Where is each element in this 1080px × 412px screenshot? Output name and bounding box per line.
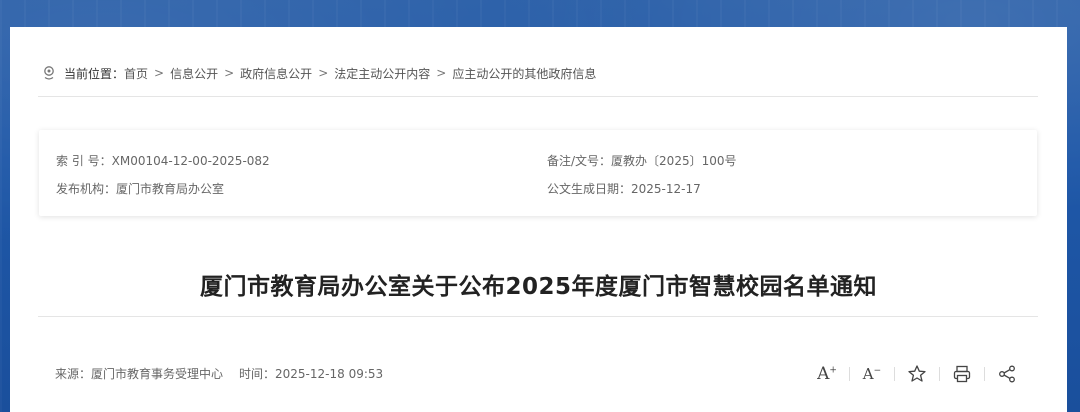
print-button[interactable] (950, 362, 974, 386)
content-card: 当前位置： 首页 > 信息公开 > 政府信息公开 > 法定主动公开内容 > 应主… (10, 27, 1067, 412)
publisher: 发布机构：厦门市教育局办公室 (56, 182, 225, 196)
document-meta-box: 索 引 号：XM00104-12-00-2025-082 发布机构：厦门市教育局… (39, 130, 1037, 216)
breadcrumb-statutory-content[interactable]: 法定主动公开内容 (334, 65, 430, 82)
toolbar-separator (939, 367, 940, 381)
breadcrumb-other-gov-info[interactable]: 应主动公开的其他政府信息 (452, 65, 596, 82)
divider (38, 316, 1038, 317)
article-toolbar: A+ A− (815, 362, 1019, 386)
toolbar-separator (849, 367, 850, 381)
article-time: 时间：2025-12-18 09:53 (239, 367, 384, 381)
location-pin-icon (44, 66, 54, 80)
breadcrumb-separator: > (318, 66, 329, 80)
share-icon (999, 365, 1015, 383)
breadcrumb-gov-info-open[interactable]: 政府信息公开 (240, 65, 312, 82)
document-number: 备注/文号：厦教办〔2025〕100号 (547, 154, 737, 168)
toolbar-separator (984, 367, 985, 381)
article-title: 厦门市教育局办公室关于公布2025年度厦门市智慧校园名单通知 (199, 274, 877, 300)
star-icon (908, 365, 926, 382)
breadcrumb-separator: > (224, 66, 235, 80)
breadcrumb: 当前位置： 首页 > 信息公开 > 政府信息公开 > 法定主动公开内容 > 应主… (42, 63, 596, 83)
font-decrease-button[interactable]: A− (860, 362, 884, 386)
breadcrumb-separator: > (154, 66, 165, 80)
breadcrumb-home[interactable]: 首页 (124, 65, 148, 82)
article-info-row: 来源：厦门市教育事务受理中心 时间：2025-12-18 09:53 (55, 365, 383, 382)
index-number: 索 引 号：XM00104-12-00-2025-082 (56, 154, 270, 168)
font-decrease-icon: A− (862, 365, 882, 383)
toolbar-separator (894, 367, 895, 381)
favorite-button[interactable] (905, 362, 929, 386)
document-date: 公文生成日期：2025-12-17 (547, 182, 701, 196)
article-source: 来源：厦门市教育事务受理中心 (55, 367, 224, 381)
font-increase-button[interactable]: A+ (815, 362, 839, 386)
divider (38, 96, 1038, 97)
breadcrumb-separator: > (436, 66, 447, 80)
share-button[interactable] (995, 362, 1019, 386)
breadcrumb-info-open[interactable]: 信息公开 (170, 65, 218, 82)
breadcrumb-label: 当前位置： (64, 66, 125, 81)
print-icon (953, 365, 971, 383)
font-increase-icon: A+ (817, 364, 837, 384)
